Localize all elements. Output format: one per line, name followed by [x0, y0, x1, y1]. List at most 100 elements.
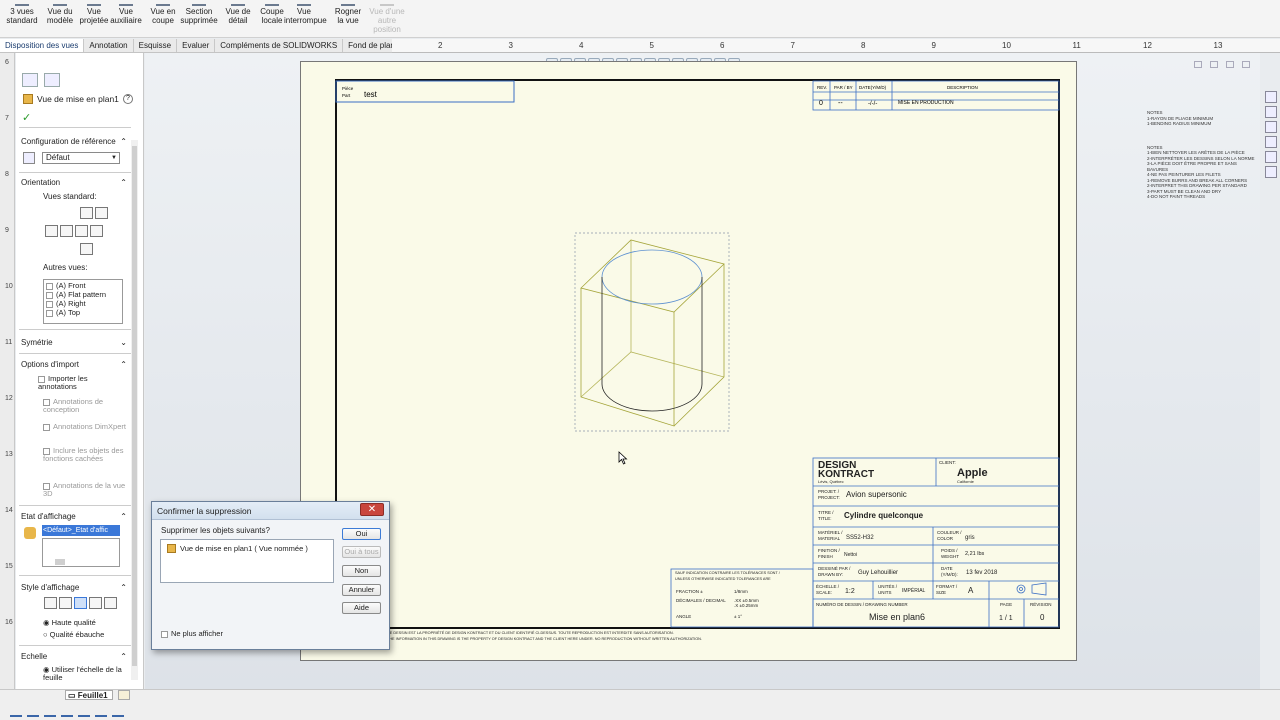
- hidden-features-checkbox[interactable]: Inclure les objets des fonctions cachées: [43, 447, 127, 463]
- collapse-icon[interactable]: ⌃: [120, 178, 127, 187]
- feature-manager-tab-icon[interactable]: [22, 73, 38, 87]
- ribbon-button-4[interactable]: Vue en coupe: [143, 0, 183, 36]
- list-item[interactable]: (A) Top: [46, 308, 120, 317]
- property-manager-tab-icon[interactable]: [44, 73, 60, 87]
- section-display-state[interactable]: Etat d'affichage ⌃: [21, 512, 127, 521]
- pm-scrollbar[interactable]: [131, 140, 138, 680]
- display-state-box[interactable]: [42, 538, 120, 567]
- ref-config-select[interactable]: Défaut ▼: [42, 152, 120, 164]
- list-item[interactable]: (A) Flat pattern: [46, 290, 120, 299]
- tab-4[interactable]: Compléments de SOLIDWORKS: [215, 39, 344, 52]
- list-item[interactable]: (A) Right: [46, 299, 120, 308]
- section-import-options[interactable]: Options d'import ⌃: [21, 360, 127, 369]
- back-view-icon[interactable]: [90, 225, 103, 237]
- tab-0[interactable]: Disposition des vues: [0, 39, 85, 52]
- collapse-icon[interactable]: ⌃: [120, 137, 127, 146]
- view3d-annotations-checkbox[interactable]: Annotations de la vue 3D: [43, 482, 127, 498]
- ribbon-button-3[interactable]: Vue auxiliaire: [106, 0, 146, 36]
- dialog-close-button[interactable]: ✕: [360, 503, 384, 516]
- yes-to-all-button[interactable]: Oui à tous: [342, 546, 381, 558]
- ribbon-button-10[interactable]: Vue d'une autre position: [367, 0, 407, 36]
- collapse-icon[interactable]: ⌃: [120, 512, 127, 521]
- dimxpert-annotations-checkbox[interactable]: Annotations DimXpert: [43, 423, 127, 431]
- section-ref-config[interactable]: Configuration de référence ⌃: [21, 137, 127, 146]
- minimize-icon[interactable]: [1210, 61, 1218, 68]
- help-icon[interactable]: ?: [122, 94, 133, 104]
- ribbon-button-0[interactable]: 3 vues standard: [2, 0, 42, 36]
- library-icon[interactable]: [1265, 106, 1277, 118]
- mouse-cursor-icon: [618, 451, 628, 465]
- list-item[interactable]: Vue de mise en plan1 ( Vue nommée ): [167, 544, 308, 553]
- sheet-tab[interactable]: ▭ Feuille1: [65, 690, 113, 700]
- table-icon[interactable]: [78, 705, 90, 717]
- date-label-line2: (Y/M/D):: [941, 572, 958, 577]
- tab-2[interactable]: Esquisse: [134, 39, 178, 52]
- hatch-icon[interactable]: [61, 705, 73, 717]
- close-icon[interactable]: [1242, 61, 1250, 68]
- scrollbar-thumb[interactable]: [55, 559, 65, 565]
- shaded-with-edges-icon[interactable]: [89, 597, 102, 609]
- scrollbar-thumb[interactable]: [132, 146, 137, 666]
- tab-1[interactable]: Annotation: [84, 39, 134, 52]
- ribbon-button-label: 3 vues: [10, 7, 34, 16]
- import-annotations-checkbox[interactable]: Importer les annotations: [38, 375, 128, 391]
- other-views-list[interactable]: (A) Front (A) Flat pattern (A) Right (A)…: [43, 279, 123, 324]
- use-sheet-scale-radio[interactable]: ◉ Utiliser l'échelle de la feuille: [43, 666, 125, 682]
- front-view-icon[interactable]: [60, 225, 73, 237]
- folder-icon[interactable]: [1265, 121, 1277, 133]
- home-icon[interactable]: [1265, 91, 1277, 103]
- right-view-icon[interactable]: [75, 225, 88, 237]
- section-orientation[interactable]: Orientation ⌃: [21, 178, 127, 187]
- ok-check-icon[interactable]: ✓: [22, 111, 31, 124]
- collapse-icon[interactable]: ⌃: [120, 583, 127, 592]
- ribbon-button-8[interactable]: Vue interrompue: [284, 0, 327, 36]
- section-display-style[interactable]: Style d'affichage ⌃: [21, 583, 127, 592]
- yes-button[interactable]: Oui: [342, 528, 381, 540]
- ruler-tick-label: 7: [5, 115, 9, 122]
- ribbon-button-label: auxiliaire: [110, 16, 142, 25]
- section-symmetry[interactable]: Symétrie ⌄: [21, 338, 127, 347]
- no-button[interactable]: Non: [342, 565, 381, 577]
- help-button[interactable]: Aide: [342, 602, 381, 614]
- collapse-icon[interactable]: ⌃: [120, 360, 127, 369]
- restore-icon[interactable]: [1194, 61, 1202, 68]
- properties-icon[interactable]: [1265, 166, 1277, 178]
- ribbon-button-5[interactable]: Section supprimée: [179, 0, 219, 36]
- datum-icon[interactable]: [95, 705, 107, 717]
- appearances-icon[interactable]: [1265, 151, 1277, 163]
- maximize-icon[interactable]: [1226, 61, 1234, 68]
- ruler-tick-label: 11: [5, 339, 13, 346]
- smart-dimension-icon[interactable]: [10, 705, 22, 717]
- isometric-view-icon[interactable]: [95, 207, 108, 219]
- list-item[interactable]: (A) Front: [46, 281, 120, 290]
- display-state-list[interactable]: <Défaut>_Etat d'affic: [42, 525, 120, 536]
- tab-3[interactable]: Evaluer: [177, 39, 216, 52]
- expand-icon[interactable]: ⌄: [120, 338, 127, 347]
- view-palette-icon[interactable]: [1265, 136, 1277, 148]
- wireframe-icon[interactable]: [44, 597, 57, 609]
- hidden-lines-visible-icon[interactable]: [59, 597, 72, 609]
- collapse-icon[interactable]: ⌃: [120, 652, 127, 661]
- ordinate-icon[interactable]: [112, 705, 124, 717]
- section-scale[interactable]: Echelle ⌃: [21, 652, 127, 661]
- symmetry-label: Symétrie: [21, 338, 53, 347]
- sketch-line-icon[interactable]: [44, 705, 56, 717]
- drawing-sheet[interactable]: Pièce Part test REV. PAR / BY DATE(Y/M/D…: [300, 61, 1077, 661]
- dont-show-again-checkbox[interactable]: Ne plus afficher: [161, 629, 223, 638]
- draft-quality-radio[interactable]: ○ Qualité ébauche: [43, 630, 104, 639]
- design-annotations-checkbox[interactable]: Annotations de conception: [43, 398, 127, 414]
- hidden-lines-removed-icon[interactable]: [74, 597, 87, 609]
- bottom-view-icon[interactable]: [80, 243, 93, 255]
- add-sheet-icon[interactable]: [118, 690, 130, 700]
- note-icon[interactable]: [27, 705, 39, 717]
- top-view-icon[interactable]: [80, 207, 93, 219]
- ribbon-button-9[interactable]: Rogner la vue: [328, 0, 368, 36]
- scale-label: Echelle: [21, 652, 48, 661]
- shaded-icon[interactable]: [104, 597, 117, 609]
- ribbon-button-icon: [380, 0, 394, 6]
- delete-items-list[interactable]: Vue de mise en plan1 ( Vue nommée ): [160, 539, 334, 583]
- left-view-icon[interactable]: [45, 225, 58, 237]
- cancel-button[interactable]: Annuler: [342, 584, 381, 596]
- note-line: 3-LA PIÈCE DOIT ÊTRE PROPRE ET SANS BAVU…: [1147, 161, 1237, 172]
- high-quality-radio[interactable]: ◉ Haute qualité: [43, 618, 96, 627]
